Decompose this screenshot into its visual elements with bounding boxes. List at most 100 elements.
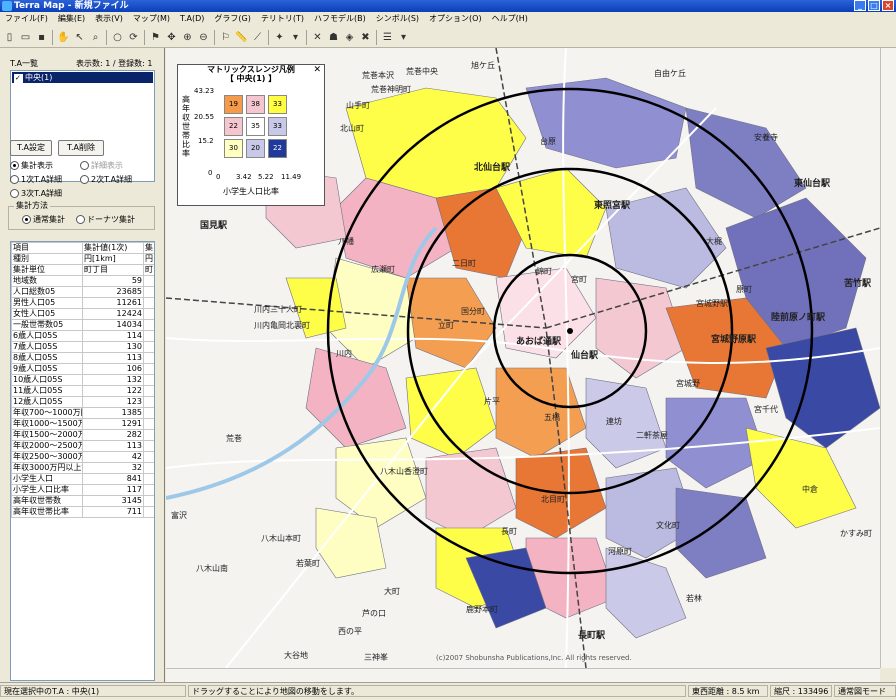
radio-donut-method[interactable]: ドーナツ集計: [76, 214, 135, 225]
map-place-label: 東仙台駅: [794, 179, 831, 189]
menu-territory[interactable]: テリトリ(T): [256, 12, 309, 26]
open-folder-icon[interactable]: ▭: [18, 30, 33, 45]
table-row[interactable]: 男性人口05 11261: [11, 297, 154, 309]
table-row[interactable]: 年収3000万円以上世 32: [11, 462, 154, 474]
zoom-out-icon[interactable]: ⊖: [196, 30, 211, 45]
summary-grid[interactable]: 項目 集計値(1次) 集種別 円[1km] 円集計単位 町丁目町地域数 59 人口総数05 23…: [10, 241, 155, 681]
menu-ta[interactable]: T.A(D): [175, 12, 209, 26]
map-vertical-scrollbar[interactable]: [880, 48, 896, 668]
table-cell: [143, 352, 154, 364]
symbol-tool-icon[interactable]: ☗: [326, 30, 341, 45]
checkbox-icon[interactable]: ✓: [14, 74, 23, 83]
map-place-label: 片平: [484, 397, 500, 406]
table-row[interactable]: 6歳人口05S 114: [11, 330, 154, 342]
table-row[interactable]: 項目 集計値(1次) 集: [11, 242, 154, 254]
legend-ytick: 15.2: [198, 137, 214, 145]
table-row[interactable]: 高年収世帯数 3145: [11, 495, 154, 507]
ta-set-button[interactable]: T.A設定: [10, 140, 52, 156]
list-icon[interactable]: ☰: [380, 30, 395, 45]
table-cell: [143, 286, 154, 298]
ta-delete-button[interactable]: T.A削除: [58, 140, 104, 156]
map-copyright: (c)2007 Shobunsha Publications,Inc. All …: [436, 654, 632, 662]
list-dropdown-icon[interactable]: ▾: [396, 30, 411, 45]
map-place-label: 宮城野原駅: [711, 335, 757, 345]
ruler-icon[interactable]: 📏: [234, 30, 249, 45]
table-row[interactable]: 人口総数05 23685: [11, 286, 154, 298]
pin-icon[interactable]: ⚑: [148, 30, 163, 45]
table-cell: 711: [82, 506, 144, 518]
map-horizontal-scrollbar[interactable]: [166, 668, 880, 683]
refresh-icon[interactable]: ⟳: [126, 30, 141, 45]
delete-shape-icon[interactable]: ✖: [358, 30, 373, 45]
legend-matrix-cell: 30: [224, 139, 243, 158]
table-row[interactable]: 種別 円[1km] 円: [11, 253, 154, 265]
table-cell: [143, 275, 154, 287]
table-row[interactable]: 集計単位 町丁目町: [11, 264, 154, 276]
table-row[interactable]: 7歳人口05S 130: [11, 341, 154, 353]
table-row[interactable]: 年収700～1000万円 1385: [11, 407, 154, 419]
menu-option[interactable]: オプション(O): [424, 12, 487, 26]
save-icon[interactable]: ▪: [34, 30, 49, 45]
table-row[interactable]: 小学生人口比率 117: [11, 484, 154, 496]
table-row[interactable]: 高年収世帯比率 711: [11, 506, 154, 518]
method-normal-label: 通常集計: [33, 215, 65, 224]
radio-normal-method[interactable]: 通常集計: [22, 214, 65, 225]
table-cell: [143, 506, 154, 518]
matrix-legend[interactable]: マトリックスレンジ凡例 【 中央(1) 】 ✕ 高年収世帯比率 43.23 20…: [177, 64, 325, 206]
close-button[interactable]: ×: [882, 0, 894, 11]
select-arrow-icon[interactable]: ↖: [72, 30, 87, 45]
menu-huff-model[interactable]: ハフモデル(B): [309, 12, 371, 26]
menu-help[interactable]: ヘルプ(H): [487, 12, 533, 26]
menu-edit[interactable]: 編集(E): [53, 12, 90, 26]
legend-subtitle: 【 中央(1) 】: [225, 74, 277, 83]
table-row[interactable]: 8歳人口05S 113: [11, 352, 154, 364]
cross-tool-icon[interactable]: ✕: [310, 30, 325, 45]
table-row[interactable]: 小学生人口 841: [11, 473, 154, 485]
layer-dropdown-icon[interactable]: ▾: [288, 30, 303, 45]
table-row[interactable]: 年収1000～1500万円1291: [11, 418, 154, 430]
measure-icon[interactable]: ⟋: [250, 30, 265, 45]
status-bar: 現在選択中のT.A : 中央(1) ドラッグすることにより地図の移動をします。 …: [0, 682, 896, 700]
radio-detail[interactable]: 詳細表示: [80, 160, 123, 171]
zoom-in-icon[interactable]: ⊕: [180, 30, 195, 45]
pan-hand-icon[interactable]: ✋: [56, 30, 71, 45]
map-place-label: 北仙台駅: [474, 163, 511, 173]
menu-graph[interactable]: グラフ(G): [209, 12, 255, 26]
move-icon[interactable]: ✥: [164, 30, 179, 45]
zoom-select-icon[interactable]: ⌕: [88, 30, 103, 45]
circle-tool-icon[interactable]: ○: [110, 30, 125, 45]
table-row[interactable]: 女性人口05 12424: [11, 308, 154, 320]
table-row[interactable]: 地域数 59: [11, 275, 154, 287]
table-row[interactable]: 12歳人口05S 123: [11, 396, 154, 408]
move-map-icon[interactable]: ✦: [272, 30, 287, 45]
legend-close-icon[interactable]: ✕: [313, 65, 321, 75]
radio-3rd-detail[interactable]: 3次T.A詳細: [10, 188, 62, 199]
radio-1st-detail[interactable]: 1次T.A詳細: [10, 174, 62, 185]
flag-icon[interactable]: ⚐: [218, 30, 233, 45]
table-cell: 7歳人口05S: [11, 341, 83, 353]
summary-table: 項目 集計値(1次) 集種別 円[1km] 円集計単位 町丁目町地域数 59 人口総数05 23…: [11, 242, 154, 518]
menu-symbol[interactable]: シンボル(S): [371, 12, 424, 26]
map-place-label: 陸前原ノ町駅: [771, 313, 826, 323]
minimize-button[interactable]: _: [854, 0, 866, 11]
table-cell: [143, 473, 154, 485]
table-row[interactable]: 11歳人口05S 122: [11, 385, 154, 397]
table-row[interactable]: 年収1500～2000万円282: [11, 429, 154, 441]
table-row[interactable]: 年収2500～3000万円42: [11, 451, 154, 463]
legend-ytick: 20.55: [194, 113, 215, 121]
map-place-label: 錦町: [536, 267, 552, 276]
table-cell: [143, 363, 154, 375]
table-row[interactable]: 10歳人口05S 132: [11, 374, 154, 386]
table-row[interactable]: 年収2000～2500万円113: [11, 440, 154, 452]
new-file-icon[interactable]: ▯: [2, 30, 17, 45]
table-row[interactable]: 9歳人口05S 106: [11, 363, 154, 375]
ta-list-item[interactable]: ✓ 中央(1): [12, 72, 153, 83]
table-row[interactable]: 一般世帯数05 14034: [11, 319, 154, 331]
shape-tool-icon[interactable]: ◈: [342, 30, 357, 45]
menu-view[interactable]: 表示(V): [90, 12, 128, 26]
maximize-button[interactable]: □: [868, 0, 880, 11]
radio-summary[interactable]: 集計表示: [10, 160, 53, 171]
menu-file[interactable]: ファイル(F): [0, 12, 53, 26]
menu-map[interactable]: マップ(M): [128, 12, 175, 26]
radio-2nd-detail[interactable]: 2次T.A詳細: [80, 174, 132, 185]
